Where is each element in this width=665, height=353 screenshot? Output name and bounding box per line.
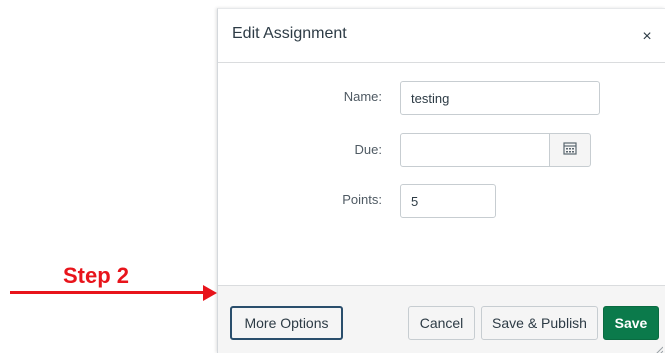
more-options-button[interactable]: More Options [230, 306, 343, 340]
save-button[interactable]: Save [603, 306, 659, 340]
points-field[interactable] [400, 184, 496, 218]
dialog-header: Edit Assignment × [218, 9, 665, 63]
resize-grip-icon[interactable] [653, 342, 664, 353]
calendar-button[interactable] [549, 133, 591, 167]
arrow-head-icon [203, 285, 217, 301]
close-icon[interactable]: × [637, 27, 657, 47]
arrow-line [10, 291, 206, 294]
due-label: Due: [354, 142, 382, 157]
calendar-icon [563, 141, 577, 160]
name-field[interactable] [400, 81, 600, 115]
dialog-title: Edit Assignment [232, 25, 347, 42]
due-date-field[interactable] [400, 133, 550, 167]
save-publish-button[interactable]: Save & Publish [481, 306, 598, 340]
edit-assignment-dialog: Edit Assignment × [217, 8, 665, 353]
cancel-button[interactable]: Cancel [408, 306, 475, 340]
points-label: Points: [342, 192, 382, 207]
name-label: Name: [343, 89, 382, 104]
step-label: Step 2 [63, 263, 130, 288]
